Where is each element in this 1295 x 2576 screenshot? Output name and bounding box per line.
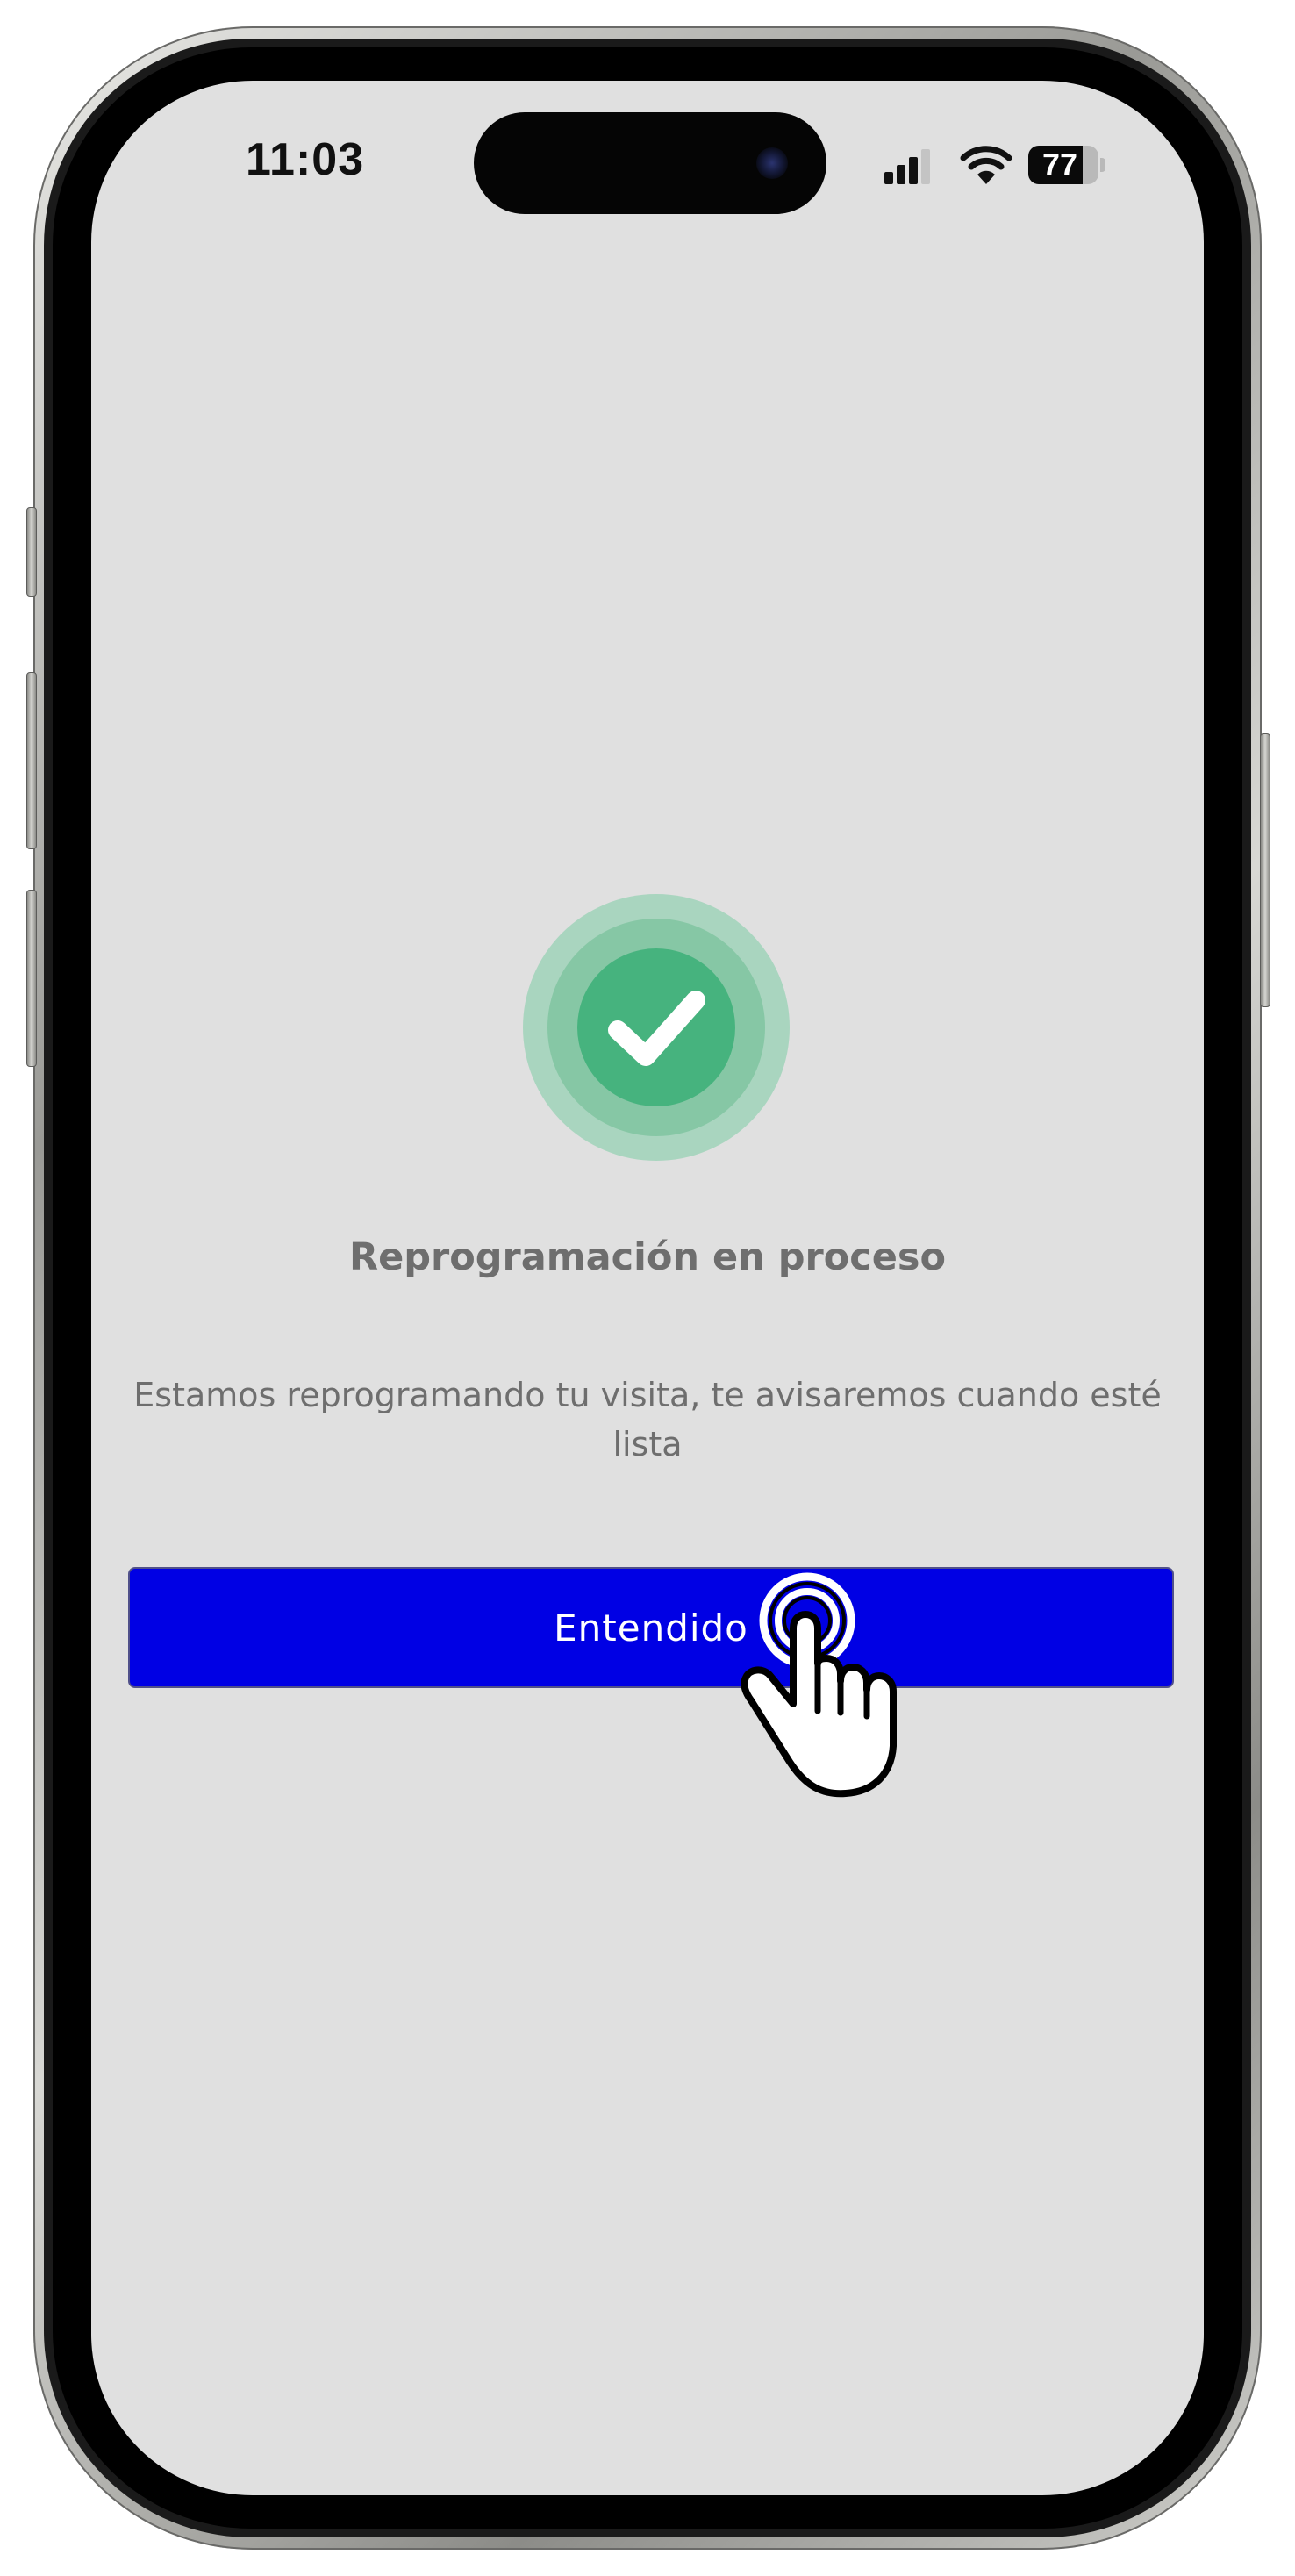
page-title: Reprogramación en proceso	[348, 1235, 947, 1279]
battery-tip	[1100, 158, 1105, 172]
hand-pointer-tap-icon	[741, 1572, 897, 1798]
power-button	[1260, 733, 1270, 1007]
wifi-icon	[960, 146, 1012, 184]
check-circle-icon	[523, 894, 790, 1161]
understood-button[interactable]: Entendido	[128, 1567, 1174, 1688]
volume-down-button	[26, 890, 37, 1067]
battery-body: 77	[1028, 146, 1098, 184]
dynamic-island	[474, 112, 826, 214]
volume-up-button	[26, 672, 37, 849]
status-time: 11:03	[246, 134, 365, 185]
cellular-signal-icon	[884, 149, 930, 184]
action-button	[26, 507, 37, 597]
status-icons: 77	[881, 140, 1109, 190]
battery-indicator: 77	[1028, 146, 1105, 184]
status-message: Estamos reprogramando tu visita, te avis…	[133, 1376, 1162, 1463]
understood-button-label: Entendido	[554, 1606, 748, 1649]
battery-level: 77	[1041, 147, 1078, 182]
app-screen	[91, 81, 1204, 2495]
front-camera-icon	[756, 147, 788, 179]
